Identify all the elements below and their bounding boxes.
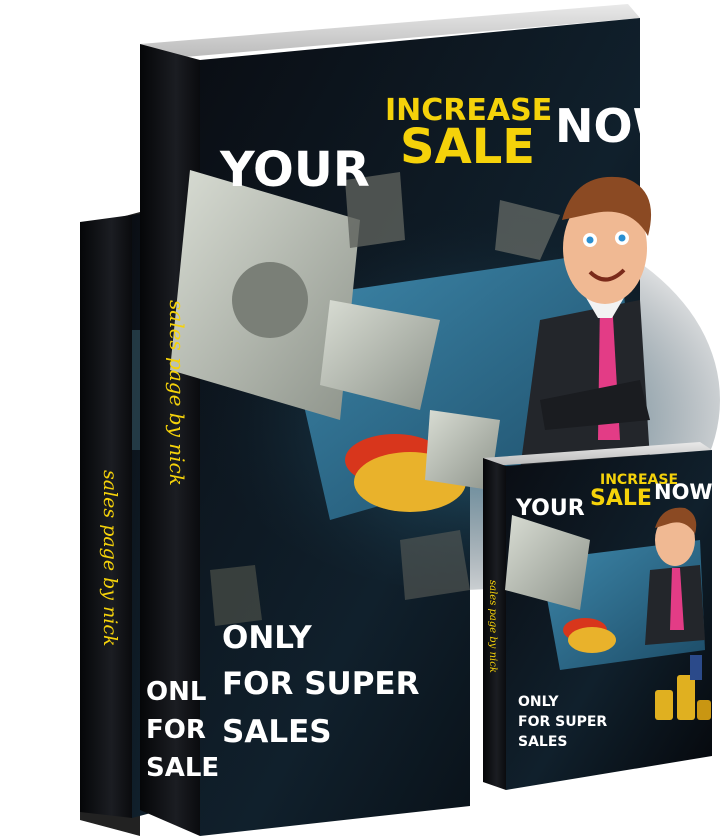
main-spine-text: sales page by nick <box>165 300 189 486</box>
small-tagline-line1: ONLY <box>518 694 559 710</box>
back-tagline-line3: SALE <box>146 753 219 783</box>
ebook-bundle-mockup: INCREASE YOUR SALE NOW ONLY FOR SUPER SA… <box>80 4 720 836</box>
small-headline-now: NOW <box>654 480 713 504</box>
main-headline-your: YOUR <box>219 142 370 198</box>
back-spine-text: sales page by nick <box>99 470 121 647</box>
small-headline-your: YOUR <box>515 496 585 521</box>
main-headline-sale: SALE <box>400 119 535 175</box>
small-book: INCREASE YOUR SALE NOW ONLY FOR SUPER SA… <box>483 442 713 790</box>
main-headline-now: NOW <box>555 99 683 153</box>
back-tagline-line1: ONL <box>146 677 206 707</box>
main-tagline-line2: FOR SUPER <box>222 666 420 702</box>
small-tagline-line3: SALES <box>518 734 568 750</box>
back-tagline-line2: FOR <box>146 715 206 745</box>
small-headline-sale: SALE <box>590 486 652 511</box>
main-tagline-line3: SALES <box>222 714 332 750</box>
small-spine-text: sales page by nick <box>487 580 498 673</box>
main-tagline-line1: ONLY <box>222 620 312 656</box>
small-tagline-line2: FOR SUPER <box>518 714 607 730</box>
